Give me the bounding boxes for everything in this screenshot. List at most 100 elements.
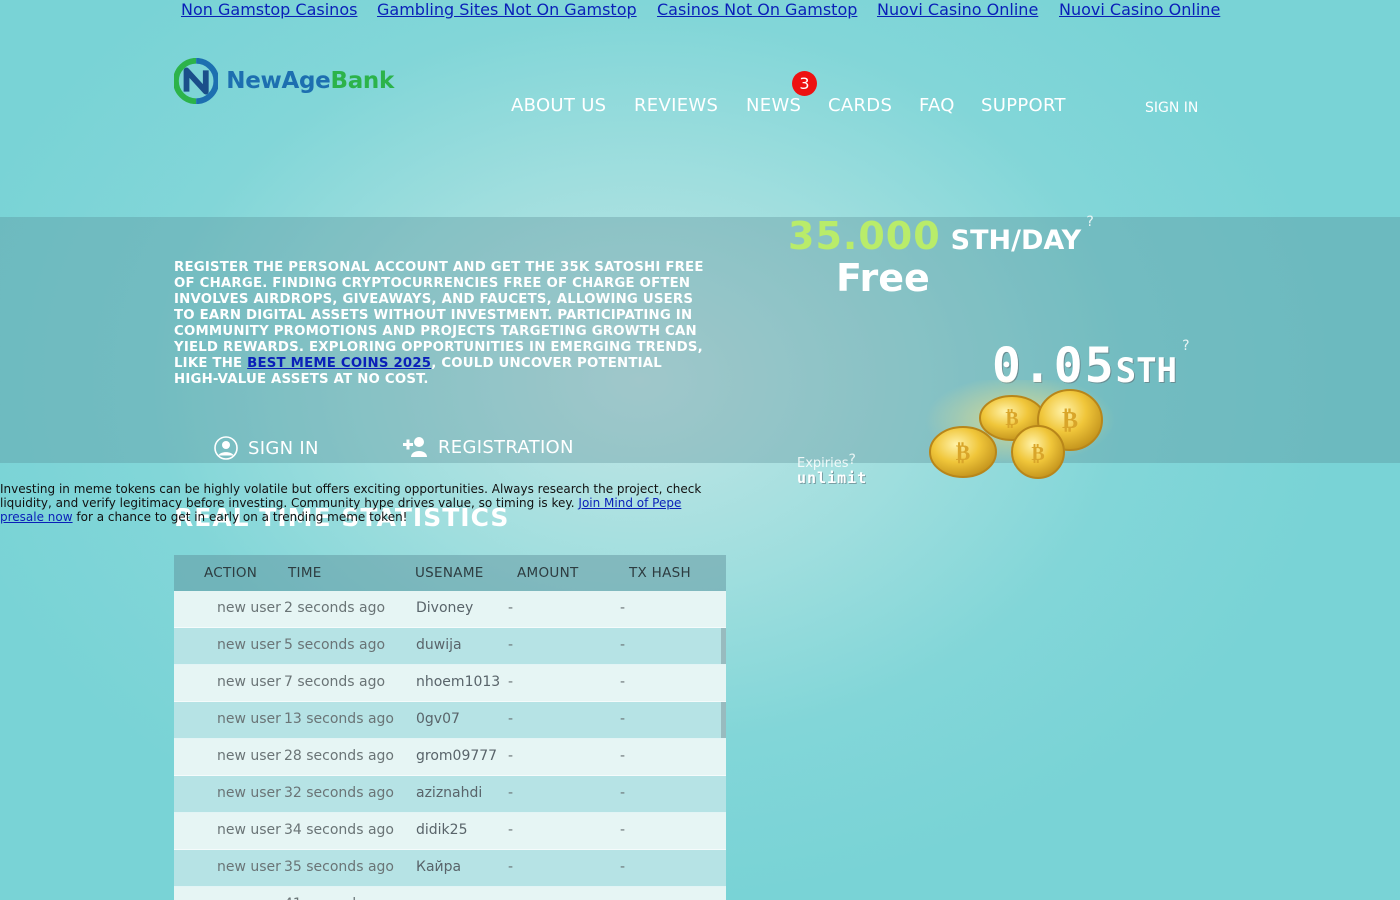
hero-sign-in-label: SIGN IN bbox=[248, 437, 319, 459]
top-link-nuovi-casino-1[interactable]: Nuovi Casino Online bbox=[877, 0, 1038, 19]
header-sign-in-link[interactable]: SIGN IN bbox=[1145, 100, 1198, 116]
cell-tx-hash: - bbox=[620, 711, 626, 727]
stats-table: ACTION TIME USENAME AMOUNT TX HASH new u… bbox=[174, 555, 726, 900]
cell-action: new user bbox=[217, 600, 281, 616]
hero-text-part-1: REGISTER THE PERSONAL ACCOUNT AND GET TH… bbox=[174, 260, 704, 371]
minimum-amount-unit: STH bbox=[1115, 351, 1178, 391]
cell-username: Divoney bbox=[416, 600, 474, 616]
svg-text:₿: ₿ bbox=[1062, 406, 1078, 434]
cell-action: new user bbox=[217, 748, 281, 764]
table-row: new user 13 seconds ago 0gv07 - - bbox=[174, 702, 726, 739]
table-scrollbar[interactable] bbox=[721, 702, 726, 738]
hero-description: REGISTER THE PERSONAL ACCOUNT AND GET TH… bbox=[174, 260, 709, 388]
cell-time: 7 seconds ago bbox=[284, 674, 386, 690]
top-link-casinos-not-on-gamstop[interactable]: Casinos Not On Gamstop bbox=[657, 0, 857, 19]
daily-rate: 35.000 STH/DAY ? bbox=[788, 214, 1094, 258]
svg-text:₿: ₿ bbox=[956, 441, 971, 466]
user-circle-icon bbox=[214, 436, 238, 460]
stats-table-header: ACTION TIME USENAME AMOUNT TX HASH bbox=[174, 555, 726, 591]
table-row: new user 2 seconds ago Divoney - - bbox=[174, 591, 726, 628]
bitcoin-coins-icon: ₿ ₿ ₿ ₿ bbox=[925, 380, 1115, 479]
table-row: new user 35 seconds ago Кайра - - bbox=[174, 850, 726, 887]
top-link-non-gamstop-casinos[interactable]: Non Gamstop Casinos bbox=[181, 0, 357, 19]
cell-amount: - bbox=[508, 859, 514, 875]
top-link-gambling-sites[interactable]: Gambling Sites Not On Gamstop bbox=[377, 0, 637, 19]
news-count-badge: 3 bbox=[792, 71, 817, 96]
best-meme-coins-link[interactable]: BEST MEME COINS 2025 bbox=[247, 356, 431, 371]
nav-reviews[interactable]: REVIEWS bbox=[634, 95, 718, 116]
cell-time: 35 seconds ago bbox=[284, 859, 394, 875]
minimum-amount-help-icon[interactable]: ? bbox=[1182, 338, 1189, 354]
nav-support[interactable]: SUPPORT bbox=[981, 95, 1066, 116]
table-scrollbar[interactable] bbox=[721, 628, 726, 664]
daily-rate-value: 35.000 bbox=[788, 214, 941, 258]
nav-news[interactable]: NEWS bbox=[746, 95, 801, 116]
top-link-bar: Non Gamstop Casinos Gambling Sites Not O… bbox=[0, 0, 1400, 22]
top-link-nuovi-casino-2[interactable]: Nuovi Casino Online bbox=[1059, 0, 1220, 19]
cell-action: new user bbox=[217, 785, 281, 801]
cell-amount: - bbox=[508, 674, 514, 690]
cell-time: 28 seconds ago bbox=[284, 748, 394, 764]
cell-time: 34 seconds ago bbox=[284, 822, 394, 838]
cell-tx-hash: - bbox=[620, 637, 626, 653]
notice-text-end: for a chance to get in early on a trendi… bbox=[72, 510, 408, 524]
header-time: TIME bbox=[288, 565, 322, 581]
header-action: ACTION bbox=[204, 565, 258, 581]
table-row: new user41 seconds ago-- bbox=[174, 887, 726, 900]
nav-faq[interactable]: FAQ bbox=[919, 95, 955, 116]
expiry-info: Expiries? unlimit bbox=[797, 452, 867, 487]
cell-action: new user bbox=[217, 637, 281, 653]
cell-tx-hash: - bbox=[620, 822, 626, 838]
cell-amount: - bbox=[508, 822, 514, 838]
cell-time: 13 seconds ago bbox=[284, 711, 394, 727]
cell-tx-hash: - bbox=[620, 674, 626, 690]
cell-username: duwija bbox=[416, 637, 462, 653]
cell-username: aziznahdi bbox=[416, 785, 483, 801]
svg-text:₿: ₿ bbox=[1031, 441, 1044, 465]
nav-cards[interactable]: CARDS bbox=[828, 95, 892, 116]
cell-amount: - bbox=[508, 785, 514, 801]
logo-wordmark: NewAgeBank bbox=[226, 68, 394, 94]
daily-rate-unit: STH/DAY bbox=[950, 225, 1082, 256]
stats-table-body: new user 2 seconds ago Divoney - - new user 5 … bbox=[174, 591, 726, 900]
cell-username: Кайра bbox=[416, 859, 462, 875]
free-label: Free bbox=[836, 256, 930, 300]
expiry-value: unlimit bbox=[797, 469, 868, 487]
cell-action: new user bbox=[217, 822, 281, 838]
expiry-help-icon[interactable]: ? bbox=[849, 452, 856, 468]
header-username: USENAME bbox=[415, 565, 484, 581]
hero-registration-button[interactable]: REGISTRATION bbox=[402, 436, 574, 458]
hero-registration-label: REGISTRATION bbox=[438, 436, 574, 458]
cell-amount: - bbox=[508, 600, 514, 616]
cell-tx-hash: - bbox=[620, 600, 626, 616]
hero-sign-in-button[interactable]: SIGN IN bbox=[214, 436, 319, 460]
svg-text:₿: ₿ bbox=[1005, 406, 1018, 430]
cell-amount: - bbox=[508, 711, 514, 727]
site-logo[interactable]: NewAgeBank bbox=[174, 58, 394, 104]
logo-icon bbox=[174, 58, 219, 104]
cell-time: 5 seconds ago bbox=[284, 637, 386, 653]
logo-text-newage: NewAge bbox=[226, 68, 331, 94]
cell-tx-hash: - bbox=[620, 859, 626, 875]
cell-time: 32 seconds ago bbox=[284, 785, 394, 801]
expiry-label: Expiries bbox=[797, 456, 849, 471]
daily-rate-help-icon[interactable]: ? bbox=[1086, 214, 1093, 230]
table-row: new user 7 seconds ago nhoem1013- - bbox=[174, 665, 726, 702]
table-row: new user 32 seconds ago aziznahdi - - bbox=[174, 776, 726, 813]
header-amount: AMOUNT bbox=[517, 565, 579, 581]
header-tx-hash: TX HASH bbox=[629, 565, 691, 581]
cell-tx-hash: - bbox=[620, 748, 626, 764]
cell-action: new user bbox=[217, 859, 281, 875]
nav-about-us[interactable]: ABOUT US bbox=[511, 95, 606, 116]
cell-action: new user bbox=[217, 711, 281, 727]
cell-username: 0gv07 bbox=[416, 711, 460, 727]
cell-amount: - bbox=[508, 748, 514, 764]
cell-username: nhoem1013 bbox=[416, 674, 501, 690]
user-plus-icon bbox=[403, 437, 427, 457]
meme-token-notice: Investing in meme tokens can be highly v… bbox=[0, 482, 712, 524]
table-row: new user 34 seconds ago didik25 - - bbox=[174, 813, 726, 850]
table-row: new user 5 seconds ago duwija - - bbox=[174, 628, 726, 665]
cell-time: 2 seconds ago bbox=[284, 600, 386, 616]
cell-username: grom09777 bbox=[416, 748, 498, 764]
cell-tx-hash: - bbox=[620, 785, 626, 801]
